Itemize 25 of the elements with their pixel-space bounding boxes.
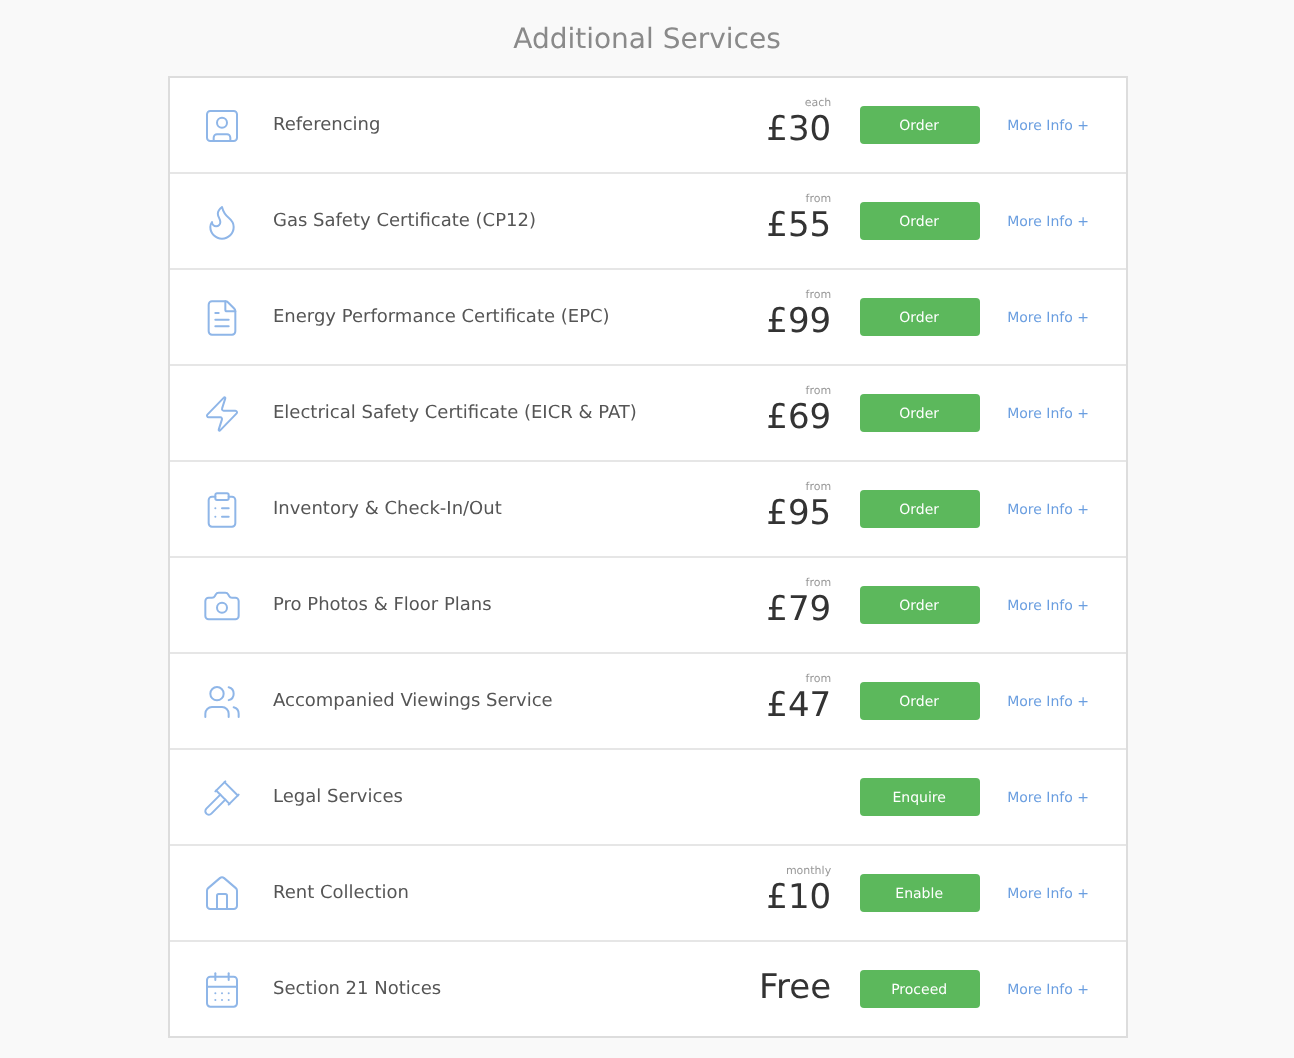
service-name: Pro Photos & Floor Plans	[273, 595, 494, 615]
service-name: Gas Safety Certificate (CP12)	[273, 211, 538, 231]
price: £10	[766, 879, 832, 918]
price: £55	[766, 207, 832, 246]
price: £47	[766, 687, 832, 726]
service-name: Legal Services	[273, 787, 405, 807]
service-name: Energy Performance Certificate (EPC)	[273, 307, 612, 327]
price: Free	[759, 970, 832, 1008]
price: £69	[766, 399, 832, 438]
house-icon	[201, 873, 241, 913]
service-name: Accompanied Viewings Service	[273, 691, 555, 711]
price: £30	[766, 111, 832, 150]
price: £99	[766, 303, 832, 342]
price: £79	[766, 591, 832, 630]
service-name: Electrical Safety Certificate (EICR & PAT)	[273, 403, 639, 423]
lightning-icon	[201, 393, 241, 433]
gavel-icon	[201, 777, 241, 817]
people-icon	[201, 681, 241, 721]
service-name: Inventory & Check-In/Out	[273, 499, 504, 519]
price: £95	[766, 495, 832, 534]
service-name: Referencing	[273, 115, 383, 135]
section-title: Additional Services	[513, 24, 781, 56]
service-name: Rent Collection	[273, 883, 411, 903]
service-name: Section 21 Notices	[273, 979, 444, 999]
calendar-icon	[201, 969, 241, 1009]
